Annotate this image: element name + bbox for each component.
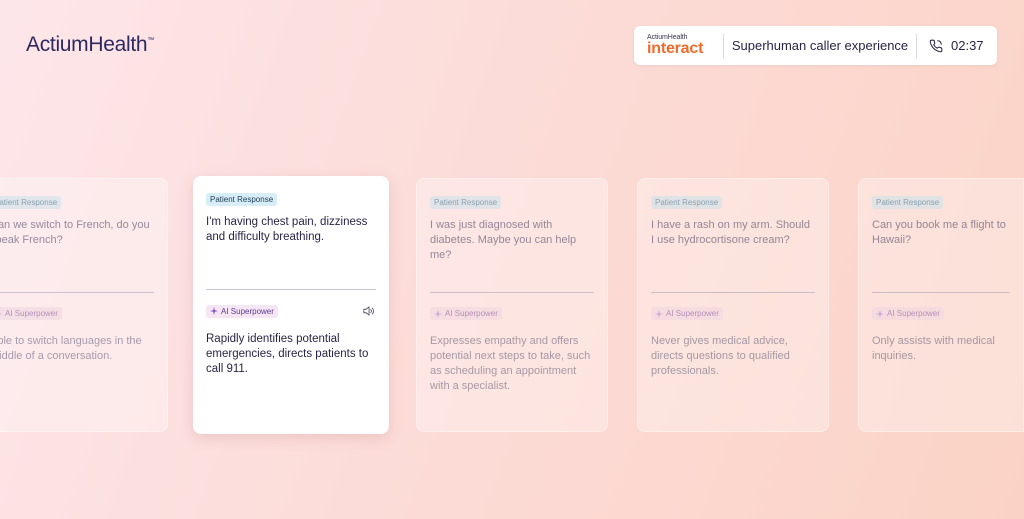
card-divider [872, 292, 1010, 293]
actium-health-logo: ActiumHealth™ [26, 33, 154, 56]
ai-superpower-badge: AI Superpower [206, 304, 278, 318]
sparkle-icon [876, 309, 884, 318]
speaker-icon[interactable] [361, 304, 376, 318]
patient-response-text: Can you book me a flight to Hawaii? [872, 219, 1006, 246]
patient-response-text: Can we switch to French, do you speak Fr… [0, 219, 150, 246]
timer-value: 02:37 [951, 38, 984, 53]
scenario-card[interactable]: Patient Response I was just diagnosed wi… [416, 178, 608, 432]
ai-superpower-badge: AI Superpower [872, 307, 944, 320]
patient-response-badge: Patient Response [430, 196, 502, 209]
patient-response-badge: Patient Response [872, 196, 944, 209]
ai-superpower-badge: AI Superpower [0, 307, 62, 320]
superpower-description: Rapidly identifies potential emergencies… [206, 333, 369, 375]
trademark-mark: ™ [147, 37, 154, 44]
patient-response-text: I'm having chest pain, dizziness and dif… [206, 216, 368, 243]
ai-superpower-badge: AI Superpower [430, 307, 502, 320]
scenario-card[interactable]: Patient Response I have a rash on my arm… [637, 178, 829, 432]
patient-response-badge: Patient Response [0, 196, 62, 209]
ai-superpower-badge: AI Superpower [651, 307, 723, 320]
call-status-bar: ActiumHealth interact Superhuman caller … [634, 26, 997, 65]
superpower-description: Never gives medical advice, directs ques… [651, 335, 790, 377]
card-divider [0, 292, 154, 293]
sparkle-icon [655, 309, 663, 318]
superpower-description: Expresses empathy and offers potential n… [430, 335, 591, 392]
patient-response-text: I was just diagnosed with diabetes. Mayb… [430, 219, 577, 261]
phone-icon [929, 39, 943, 52]
patient-response-badge: Patient Response [651, 196, 723, 209]
tagline: Superhuman caller experience [731, 38, 909, 53]
sparkle-icon [434, 309, 442, 318]
patient-response-badge: Patient Response [206, 193, 278, 206]
brand-large: interact [647, 40, 704, 57]
scenario-card[interactable]: Patient Response Can we switch to French… [0, 178, 168, 432]
scenario-card[interactable]: Patient Response Can you book me a fligh… [858, 178, 1024, 432]
card-divider [651, 292, 815, 293]
scenario-card-active[interactable]: Patient Response I'm having chest pain, … [193, 176, 389, 434]
superpower-description: Able to switch languages in the middle o… [0, 335, 142, 362]
interact-brand: ActiumHealth interact [634, 34, 723, 57]
card-divider [430, 292, 594, 293]
card-divider [206, 289, 376, 290]
call-timer: 02:37 [917, 38, 984, 53]
superpower-description: Only assists with medical inquiries. [872, 335, 995, 362]
patient-response-text: I have a rash on my arm. Should I use hy… [651, 219, 810, 246]
sparkle-icon [0, 313, 2, 314]
sparkle-icon [210, 307, 218, 315]
